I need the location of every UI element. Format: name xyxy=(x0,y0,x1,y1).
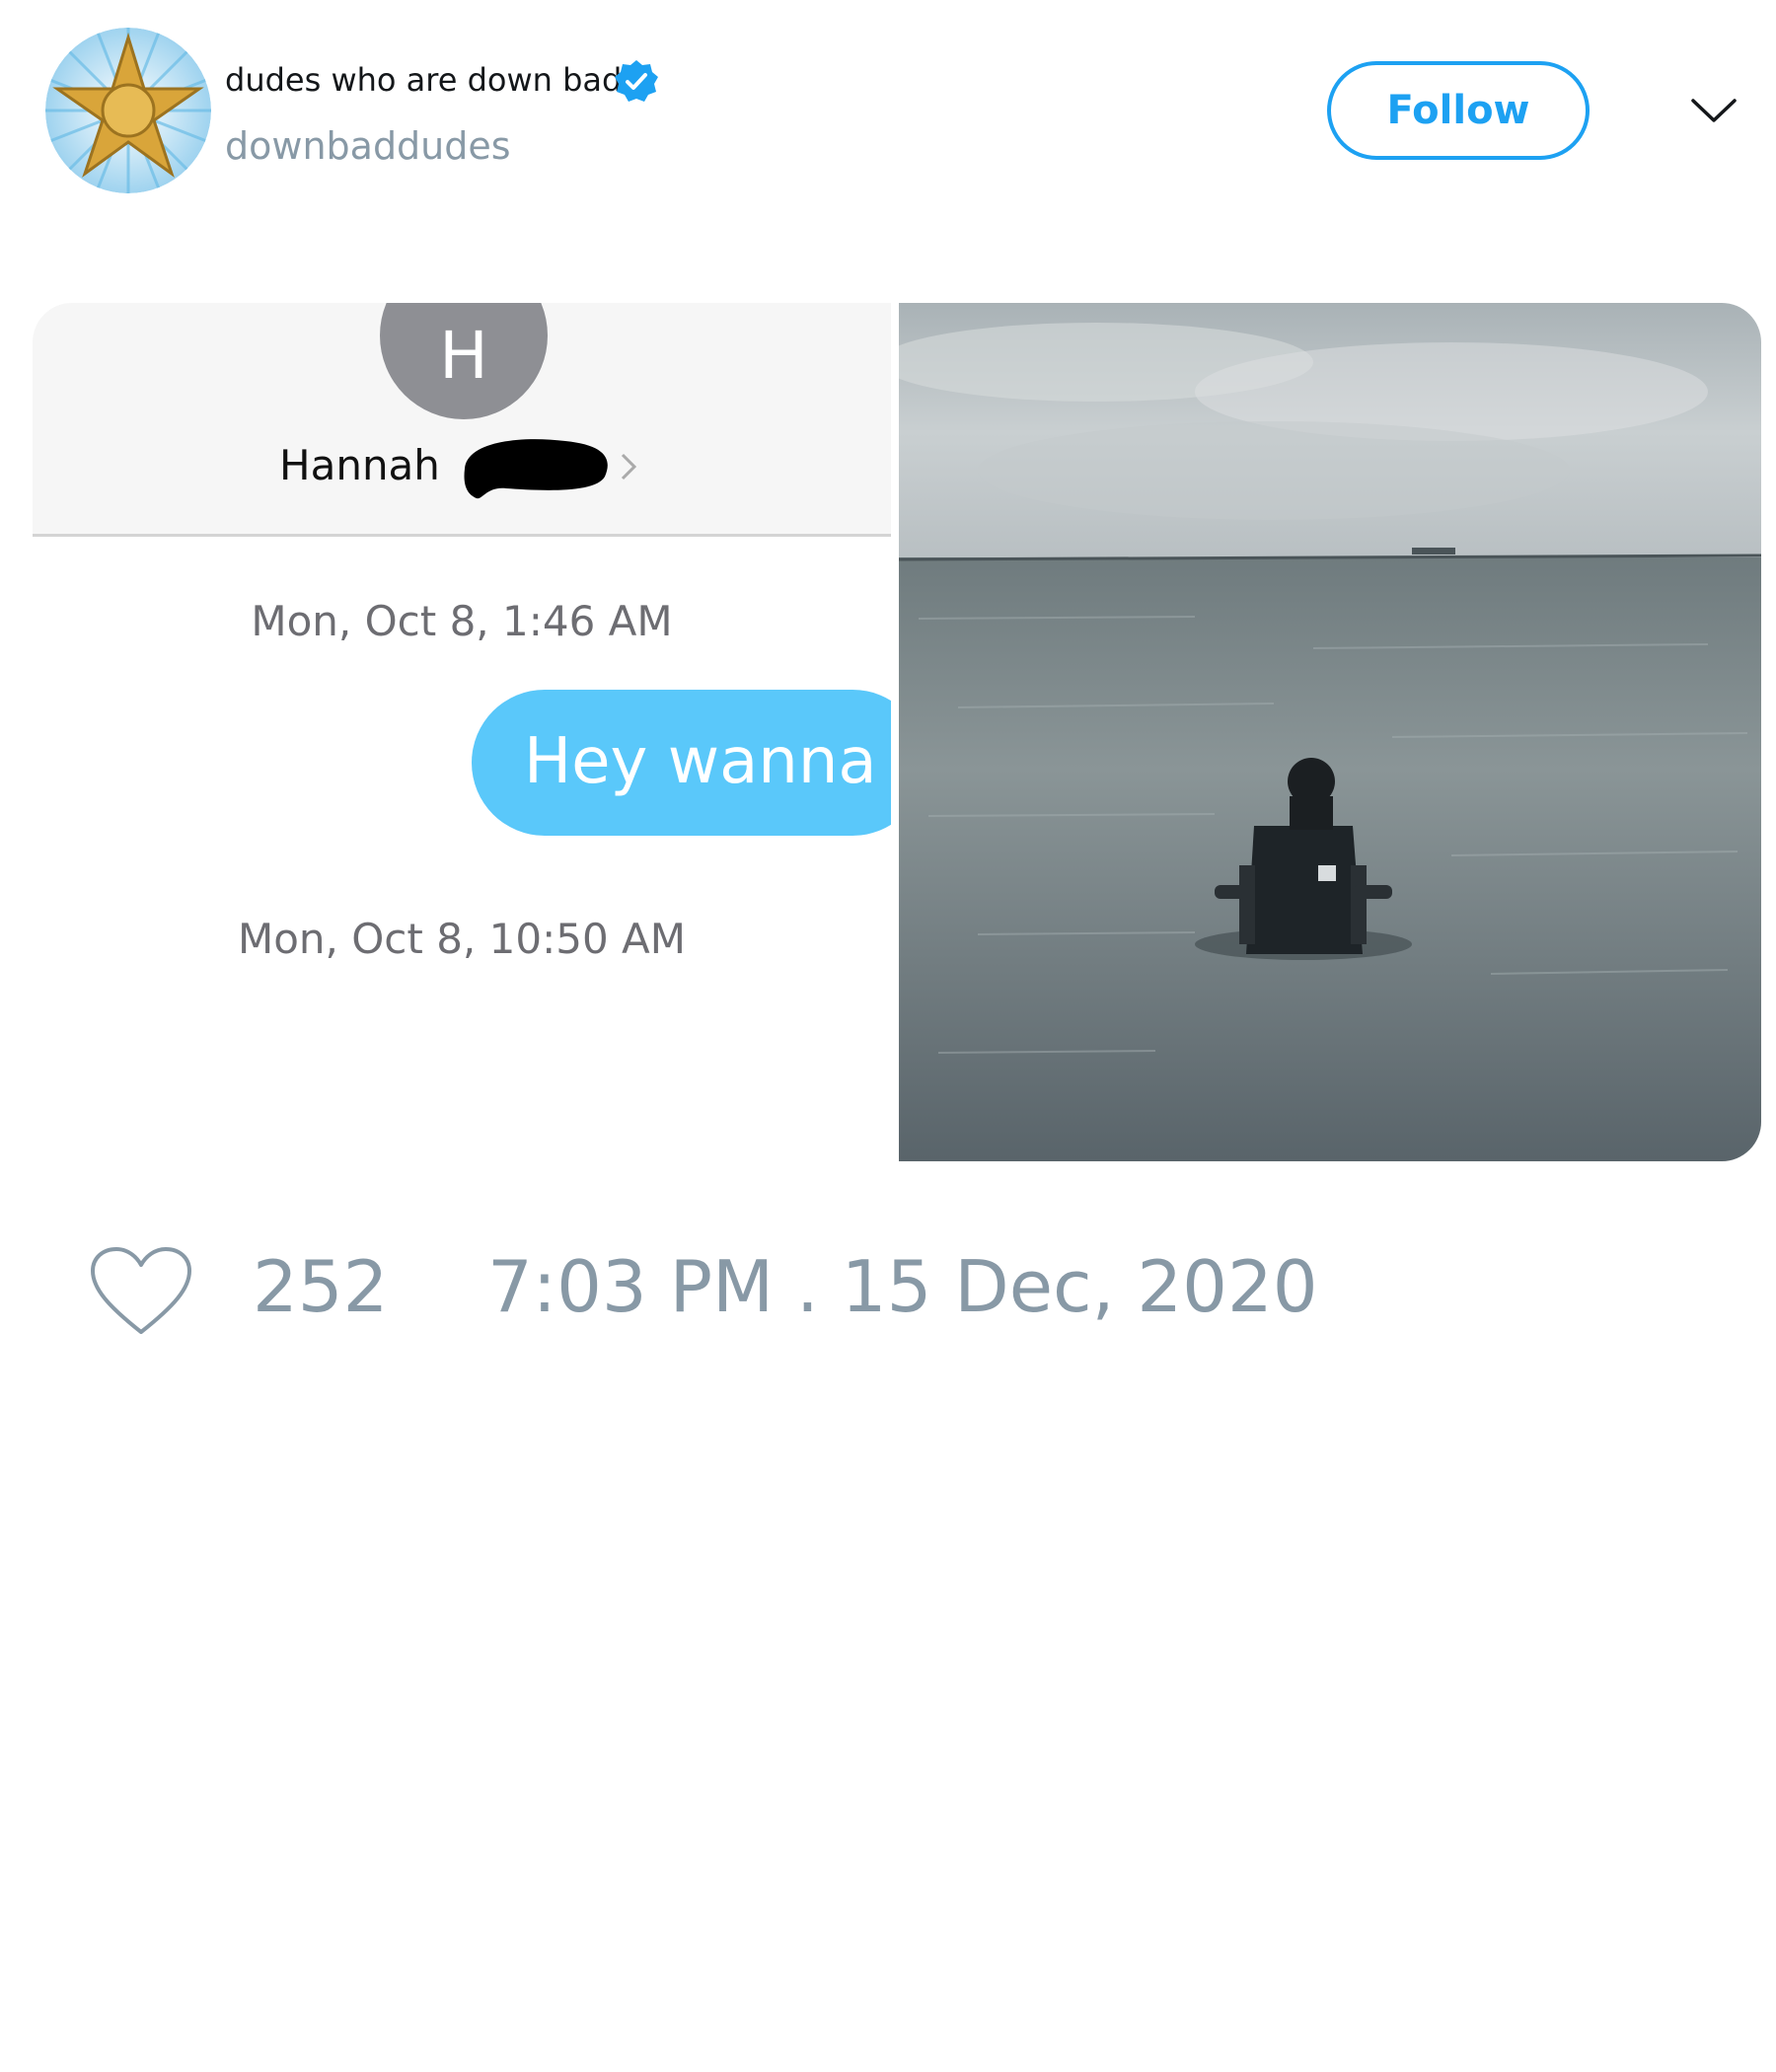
message-text: Hey wanna xyxy=(524,725,877,798)
display-name[interactable]: dudes who are down bad xyxy=(225,61,622,99)
redaction-scribble xyxy=(457,429,615,504)
tweet-media[interactable]: H Hannah Mon, Oct 8, 1:46 AM Hey wanna M… xyxy=(33,303,1761,1161)
chevron-right-icon xyxy=(617,449,642,484)
person-in-chair-in-water-photo xyxy=(899,303,1761,1161)
message-timestamp: Mon, Oct 8, 10:50 AM xyxy=(237,915,686,963)
screenshot-image[interactable]: H Hannah Mon, Oct 8, 1:46 AM Hey wanna M… xyxy=(33,303,891,1161)
ocean-photo[interactable] xyxy=(899,303,1761,1161)
account-handle[interactable]: downbaddudes xyxy=(225,124,511,168)
like-count: 252 xyxy=(253,1245,389,1328)
verified-badge-icon xyxy=(614,59,659,105)
follow-button[interactable]: Follow xyxy=(1327,61,1590,160)
heart-icon[interactable] xyxy=(89,1245,193,1338)
message-timestamp: Mon, Oct 8, 1:46 AM xyxy=(251,597,673,645)
avatar[interactable] xyxy=(45,28,211,193)
chevron-down-icon[interactable] xyxy=(1689,91,1739,130)
contact-name: Hannah xyxy=(279,441,440,489)
sheriff-star-icon xyxy=(45,28,211,193)
tweet-timestamp[interactable]: 7:03 PM . 15 Dec, 2020 xyxy=(487,1245,1318,1328)
